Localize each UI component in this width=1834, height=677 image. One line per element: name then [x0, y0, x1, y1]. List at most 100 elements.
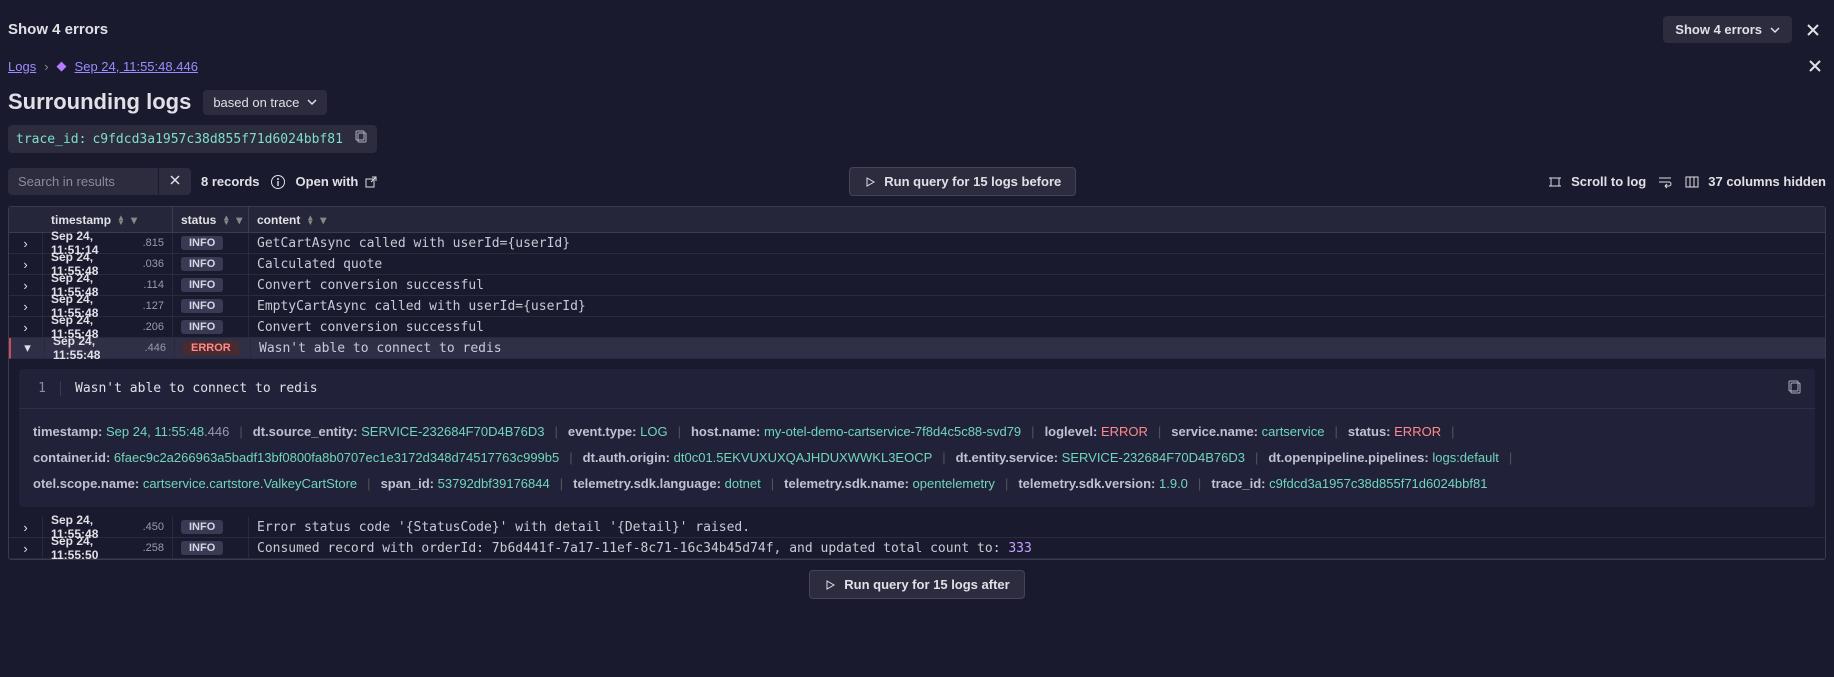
kv-pair[interactable]: telemetry.sdk.version: 1.9.0	[1018, 473, 1188, 495]
search-input[interactable]	[8, 168, 158, 195]
chevron-down-icon[interactable]: ▾	[131, 213, 137, 227]
run-after-label: Run query for 15 logs after	[844, 577, 1009, 592]
copy-icon	[1787, 379, 1803, 395]
scroll-to-log-button[interactable]: Scroll to log	[1547, 174, 1646, 190]
expand-toggle[interactable]: ›	[9, 296, 43, 316]
table-row[interactable]: › Sep 24, 11:51:14.815 INFO GetCartAsync…	[9, 233, 1825, 254]
kv-pair[interactable]: container.id: 6faec9c2a266963a5badf13bf0…	[33, 447, 559, 469]
separator: |	[559, 447, 582, 469]
search-clear-button[interactable]	[158, 168, 191, 195]
expand-toggle[interactable]: ›	[9, 275, 43, 295]
breadcrumb: Logs › ◆ Sep 24, 11:55:48.446	[0, 55, 1834, 89]
columns-hidden-button[interactable]: 37 columns hidden	[1684, 174, 1826, 190]
expand-toggle[interactable]: ›	[9, 538, 43, 558]
expand-toggle[interactable]: ›	[9, 517, 43, 537]
copy-detail-button[interactable]	[1787, 379, 1803, 398]
cell-timestamp: Sep 24, 11:55:50.258	[43, 538, 173, 558]
expand-toggle[interactable]: ›	[9, 233, 43, 253]
kv-pair[interactable]: service.name: cartservice	[1171, 421, 1324, 443]
chevron-down-icon[interactable]: ▾	[320, 213, 326, 227]
record-count: 8 records	[201, 174, 260, 189]
table-row[interactable]: › Sep 24, 11:55:48.036 INFO Calculated q…	[9, 254, 1825, 275]
separator: |	[544, 421, 567, 443]
play-icon	[824, 579, 836, 591]
kv-pair[interactable]: dt.openpipeline.pipelines: logs:default	[1268, 447, 1498, 469]
chevron-icon: ›	[23, 299, 27, 314]
separator: |	[1245, 447, 1268, 469]
run-before-button[interactable]: Run query for 15 logs before	[849, 167, 1076, 196]
table-row[interactable]: › Sep 24, 11:55:48.206 INFO Convert conv…	[9, 317, 1825, 338]
cell-timestamp: Sep 24, 11:55:48.446	[45, 338, 175, 358]
kv-pair[interactable]: status: ERROR	[1348, 421, 1441, 443]
kv-pair[interactable]: dt.source_entity: SERVICE-232684F70D4B76…	[253, 421, 545, 443]
close-icon	[169, 174, 181, 186]
status-badge: INFO	[181, 278, 223, 292]
trace-chip: trace_id: c9fdcd3a1957c38d855f71d6024bbf…	[8, 125, 377, 153]
kv-pair[interactable]: host.name: my-otel-demo-cartservice-7f8d…	[691, 421, 1021, 443]
cell-content: GetCartAsync called with userId={userId}	[249, 233, 1825, 253]
expand-toggle[interactable]: ›	[9, 254, 43, 274]
table-row[interactable]: ▾ Sep 24, 11:55:48.446 ERROR Wasn't able…	[9, 338, 1825, 359]
separator: |	[995, 473, 1018, 495]
kv-pair[interactable]: timestamp: Sep 24, 11:55:48.446	[33, 421, 229, 443]
sort-icon: ▲▼	[306, 215, 314, 225]
table-row[interactable]: › Sep 24, 11:55:48.114 INFO Convert conv…	[9, 275, 1825, 296]
kv-pair[interactable]: event.type: LOG	[568, 421, 668, 443]
run-after-button[interactable]: Run query for 15 logs after	[809, 570, 1024, 599]
open-with-button[interactable]: Open with	[296, 174, 379, 189]
columns-icon	[1684, 174, 1700, 190]
kv-pair[interactable]: trace_id: c9fdcd3a1957c38d855f71d6024bbf…	[1211, 473, 1487, 495]
scroll-label: Scroll to log	[1571, 174, 1646, 189]
cell-status: INFO	[173, 254, 249, 274]
separator: |	[357, 473, 380, 495]
expand-toggle[interactable]: ›	[9, 317, 43, 337]
info-icon[interactable]	[270, 174, 286, 190]
kv-pair[interactable]: otel.scope.name: cartservice.cartstore.V…	[33, 473, 357, 495]
table-row[interactable]: › Sep 24, 11:55:48.450 INFO Error status…	[9, 517, 1825, 538]
breadcrumb-root[interactable]: Logs	[8, 59, 36, 74]
separator: |	[1021, 421, 1044, 443]
table-row[interactable]: › Sep 24, 11:55:50.258 INFO Consumed rec…	[9, 538, 1825, 559]
separator: |	[1499, 447, 1522, 469]
close-icon	[1806, 23, 1820, 37]
th-status[interactable]: status ▲▼ ▾	[173, 207, 249, 232]
close-button[interactable]	[1802, 19, 1824, 41]
chevron-icon: ›	[23, 257, 27, 272]
show-errors-button[interactable]: Show 4 errors	[1663, 16, 1792, 43]
kv-pair[interactable]: loglevel: ERROR	[1045, 421, 1148, 443]
separator: |	[761, 473, 784, 495]
open-external-icon	[364, 175, 378, 189]
copy-icon	[355, 130, 369, 144]
cell-content: EmptyCartAsync called with userId={userI…	[249, 296, 1825, 316]
diamond-icon: ◆	[57, 58, 67, 74]
mode-dropdown[interactable]: based on trace	[203, 90, 327, 115]
cell-content: Calculated quote	[249, 254, 1825, 274]
kv-pair[interactable]: dt.entity.service: SERVICE-232684F70D4B7…	[956, 447, 1245, 469]
log-table: timestamp ▲▼ ▾ status ▲▼ ▾ content ▲▼ ▾ …	[8, 206, 1826, 560]
th-content-label: content	[257, 213, 300, 227]
trace-key: trace_id:	[16, 132, 86, 147]
separator: |	[550, 473, 573, 495]
kv-pair[interactable]: telemetry.sdk.language: dotnet	[573, 473, 761, 495]
breadcrumb-current[interactable]: Sep 24, 11:55:48.446	[75, 59, 198, 74]
status-badge: INFO	[181, 520, 223, 534]
line-number: 1	[31, 381, 61, 396]
chevron-icon: ›	[23, 278, 27, 293]
expand-toggle[interactable]: ▾	[11, 338, 45, 358]
cell-status: INFO	[173, 296, 249, 316]
copy-trace-button[interactable]	[355, 130, 369, 148]
table-row[interactable]: › Sep 24, 11:55:48.127 INFO EmptyCartAsy…	[9, 296, 1825, 317]
chevron-down-icon[interactable]: ▾	[236, 213, 242, 227]
kv-pair[interactable]: dt.auth.origin: dt0c01.5EKVUXUXQAJHDUXWW…	[583, 447, 933, 469]
th-content[interactable]: content ▲▼ ▾	[249, 207, 1825, 232]
status-badge: INFO	[181, 541, 223, 555]
kv-pair[interactable]: telemetry.sdk.name: opentelemetry	[784, 473, 995, 495]
separator: |	[1148, 421, 1171, 443]
wrap-button[interactable]	[1656, 173, 1674, 191]
columns-hidden-label: 37 columns hidden	[1708, 174, 1826, 189]
close-panel-button[interactable]	[1804, 55, 1826, 77]
cell-status: INFO	[173, 233, 249, 253]
run-before-label: Run query for 15 logs before	[884, 174, 1061, 189]
status-badge: INFO	[181, 257, 223, 271]
kv-pair[interactable]: span_id: 53792dbf39176844	[381, 473, 550, 495]
